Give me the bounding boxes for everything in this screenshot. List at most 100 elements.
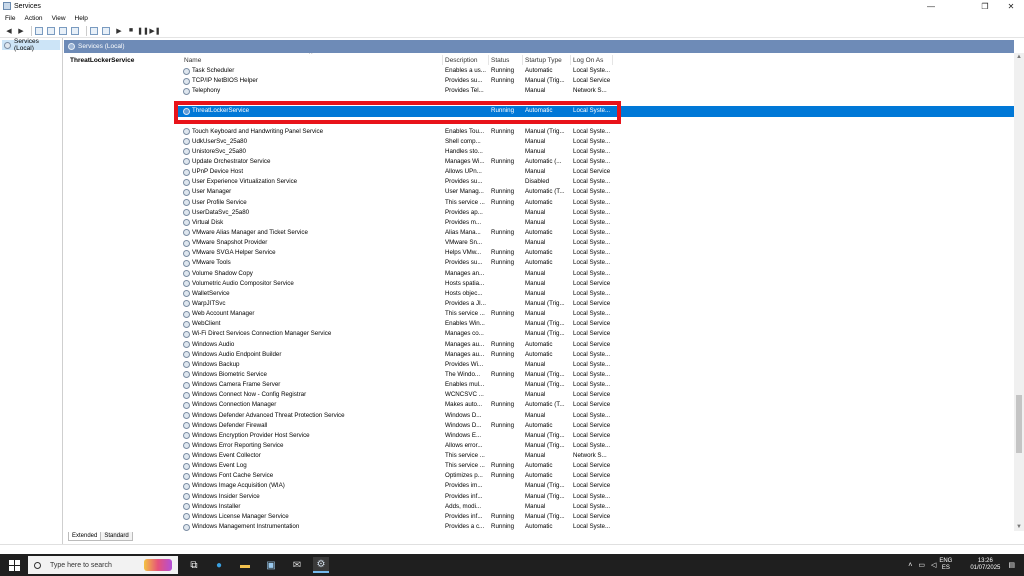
back-icon[interactable]: ◀ <box>4 26 14 36</box>
service-row[interactable]: Windows Audio Manages au... Running Automat… <box>178 340 1014 350</box>
service-row[interactable]: Windows Defender Firewall Windows D... Run… <box>178 421 1014 431</box>
menu-file[interactable]: File <box>5 15 15 22</box>
service-name: WebClient <box>192 320 221 328</box>
service-description: This service ... <box>445 452 485 460</box>
service-row[interactable]: Windows Event Collector This service ... M… <box>178 451 1014 461</box>
tab-extended[interactable]: Extended <box>68 532 102 541</box>
scroll-up-icon[interactable]: ▲ <box>1016 54 1022 60</box>
volume-icon[interactable]: ◁ <box>931 561 936 569</box>
scroll-down-icon[interactable]: ▼ <box>1016 524 1022 530</box>
close-button[interactable]: ✕ <box>998 0 1024 12</box>
service-row[interactable]: Windows Defender Advanced Threat Protect… <box>178 411 1014 421</box>
column-divider[interactable] <box>612 55 613 65</box>
restart-service-icon[interactable]: ▶❚ <box>149 26 160 36</box>
service-row[interactable]: VMware Tools Provides su... Running Automat… <box>178 258 1014 268</box>
scrollbar-thumb[interactable] <box>1016 395 1022 453</box>
service-row[interactable]: Windows Encryption Provider Host Service… <box>178 431 1014 441</box>
column-header-name[interactable]: Name <box>184 57 201 64</box>
service-row[interactable]: Wi-Fi Direct Services Connection Manager… <box>178 329 1014 339</box>
service-row[interactable]: Windows Event Log This service ... Running… <box>178 461 1014 471</box>
input-language-indicator[interactable]: ENG ES <box>939 558 952 572</box>
column-header-startup-type[interactable]: Startup Type <box>525 57 562 64</box>
clock[interactable]: 13:26 01/07/2025 <box>970 558 1000 572</box>
show-action-pane-icon[interactable] <box>102 26 110 35</box>
service-row[interactable]: VMware Alias Manager and Ticket Service A… <box>178 228 1014 238</box>
services-taskbar-icon[interactable]: ⚙ <box>313 557 329 573</box>
service-row[interactable]: WalletService Hosts objec... Manual Local S… <box>178 289 1014 299</box>
start-service-icon[interactable]: ▶ <box>114 26 124 36</box>
pause-service-icon[interactable]: ❚❚ <box>137 26 149 36</box>
service-row[interactable]: UserDataSvc_25a80 Provides ap... Manual Loc… <box>178 208 1014 218</box>
windows-start-icon[interactable] <box>6 557 22 573</box>
service-row[interactable]: VMware Snapshot Provider VMware Sn... Manu… <box>178 238 1014 248</box>
menu-help[interactable]: Help <box>75 15 88 22</box>
service-row[interactable]: TCP/IP NetBIOS Helper Provides su... Runni… <box>178 76 1014 86</box>
service-row[interactable]: Windows Image Acquisition (WIA) Provides … <box>178 481 1014 491</box>
column-divider[interactable] <box>522 55 523 65</box>
taskbar-search-box[interactable]: Type here to search <box>28 556 178 574</box>
sidebar-item-services-local[interactable]: Services (Local) <box>2 38 60 52</box>
service-row[interactable]: UPnP Device Host Allows UPn... Manual Local… <box>178 167 1014 177</box>
tab-standard[interactable]: Standard <box>100 532 133 541</box>
edge-browser-icon[interactable]: ● <box>211 557 227 573</box>
column-header-description[interactable]: Description <box>445 57 478 64</box>
show-hide-console-tree-icon[interactable] <box>35 26 43 35</box>
service-row[interactable]: Windows Management Instrumentation Provid… <box>178 522 1014 531</box>
column-divider[interactable] <box>488 55 489 65</box>
service-row[interactable]: Windows Audio Endpoint Builder Manages au… <box>178 350 1014 360</box>
microsoft-store-icon[interactable]: ▣ <box>263 557 279 573</box>
service-status: Running <box>491 77 515 85</box>
show-hidden-icons-icon[interactable]: ˄ <box>908 562 912 569</box>
service-row[interactable]: Task Scheduler Enables a us... Running Auto… <box>178 66 1014 76</box>
network-icon[interactable]: ▭ <box>918 561 925 569</box>
service-row[interactable]: Windows Error Reporting Service Allows er… <box>178 441 1014 451</box>
service-row[interactable]: UdkUserSvc_25a80 Shell comp... Manual Local… <box>178 137 1014 147</box>
column-divider[interactable] <box>442 55 443 65</box>
service-row[interactable]: Telephony Provides Tel... Manual Network S.… <box>178 86 1014 96</box>
refresh-icon[interactable] <box>59 26 67 35</box>
properties-icon[interactable] <box>47 26 55 35</box>
service-row[interactable]: User Manager User Manag... Running Automati… <box>178 187 1014 197</box>
service-row[interactable]: WarpJITSvc Provides a JI... Manual (Trig..… <box>178 299 1014 309</box>
column-header-status[interactable]: Status <box>491 57 509 64</box>
service-row[interactable]: User Experience Virtualization Service Pr… <box>178 177 1014 187</box>
service-row[interactable]: Web Account Manager This service ... Runni… <box>178 309 1014 319</box>
service-row[interactable]: Touch Keyboard and Handwriting Panel Ser… <box>178 127 1014 137</box>
service-row[interactable]: Windows Connection Manager Makes auto... R… <box>178 400 1014 410</box>
menu-action[interactable]: Action <box>24 15 42 22</box>
maximize-button[interactable]: ❐ <box>972 0 998 12</box>
menu-view[interactable]: View <box>52 15 66 22</box>
service-row[interactable]: VMware SVGA Helper Service Helps VMw... Ru… <box>178 248 1014 258</box>
column-header-log-on-as[interactable]: Log On As <box>573 57 603 64</box>
service-row[interactable]: Windows Font Cache Service Optimizes p...… <box>178 471 1014 481</box>
stop-service-icon[interactable]: ■ <box>126 26 136 36</box>
service-row[interactable]: Windows Installer Adds, modi... Manual Loca… <box>178 502 1014 512</box>
help-icon[interactable] <box>90 26 98 35</box>
service-gear-icon <box>183 158 190 166</box>
service-row[interactable]: User Profile Service This service ... Runn… <box>178 198 1014 208</box>
service-row[interactable]: Volumetric Audio Compositor Service Hosts… <box>178 279 1014 289</box>
service-row[interactable]: Update Orchestrator Service Manages Wi...… <box>178 157 1014 167</box>
service-row[interactable]: Windows Camera Frame Server Enables mul..… <box>178 380 1014 390</box>
forward-icon[interactable]: ▶ <box>16 26 26 36</box>
service-row[interactable]: WebClient Enables Win... Manual (Trig... Lo… <box>178 319 1014 329</box>
export-list-icon[interactable] <box>71 26 79 35</box>
service-row[interactable]: Windows License Manager Service Provides … <box>178 512 1014 522</box>
service-row[interactable]: Windows Backup Provides Wi... Manual Local … <box>178 360 1014 370</box>
column-divider[interactable] <box>570 55 571 65</box>
service-row[interactable]: Virtual Disk Provides m... Manual Local Sys… <box>178 218 1014 228</box>
notifications-icon[interactable]: ▤ <box>1008 561 1015 569</box>
task-view-icon[interactable]: ⧉ <box>186 557 202 573</box>
minimize-button[interactable]: — <box>918 0 944 12</box>
service-row[interactable]: Windows Biometric Service The Windo... Run… <box>178 370 1014 380</box>
mail-icon[interactable]: ✉ <box>289 557 305 573</box>
service-row[interactable]: Volume Shadow Copy Manages an... Manual Loc… <box>178 269 1014 279</box>
vertical-scrollbar[interactable]: ▲ ▼ <box>1014 53 1024 531</box>
service-startup-type: Automatic (T... <box>525 401 565 409</box>
service-row[interactable]: UnistoreSvc_25a80 Handles sto... Manual Loc… <box>178 147 1014 157</box>
service-gear-icon <box>183 422 190 430</box>
file-explorer-icon[interactable]: ▬ <box>237 557 253 573</box>
service-row[interactable]: Windows Connect Now - Config Registrar WC… <box>178 390 1014 400</box>
service-row[interactable]: Windows Insider Service Provides inf... Ma… <box>178 492 1014 502</box>
service-description: Provides a JI... <box>445 299 486 307</box>
